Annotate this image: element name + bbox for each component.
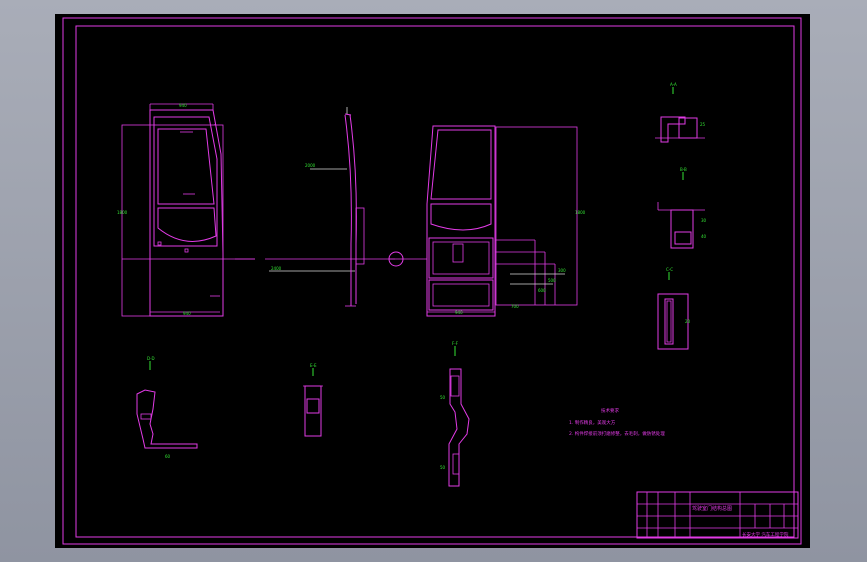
- svg-text:940: 940: [183, 311, 191, 316]
- svg-text:F-F: F-F: [452, 341, 459, 346]
- svg-text:C-C: C-C: [666, 267, 673, 272]
- center-line: 2400: [235, 258, 395, 272]
- section-detail-2: B-B 30 40: [657, 167, 707, 249]
- door-front-view: 940 1800 940: [117, 103, 255, 317]
- svg-text:E-E: E-E: [310, 363, 317, 368]
- section-detail-5: E-E: [303, 363, 323, 437]
- section-detail-6: F-F 50 50: [440, 341, 470, 487]
- svg-text:600: 600: [538, 288, 546, 293]
- notes-heading: 技术要求: [601, 407, 619, 414]
- svg-text:500: 500: [548, 278, 556, 283]
- section-detail-4: D-D 60: [136, 356, 198, 459]
- technical-notes: 技术要求 1. 制作精良，美观大方 2. 构件焊接前须打磨修整，去毛刺，做防锈处…: [569, 407, 665, 437]
- svg-text:50: 50: [440, 395, 446, 400]
- door-rear-view: 940 1800 300 500 600 700: [426, 125, 586, 317]
- svg-text:1800: 1800: [575, 210, 586, 215]
- svg-text:60: 60: [165, 454, 171, 459]
- svg-text:20: 20: [685, 319, 691, 324]
- svg-text:2400: 2400: [271, 266, 282, 271]
- school-name: 长安大学 汽车工程学院: [742, 531, 789, 538]
- svg-text:B-B: B-B: [680, 167, 687, 172]
- title-block: 驾驶室门结构总图 长安大学 汽车工程学院: [636, 491, 799, 539]
- cad-drawing-sheet: 940 1800 940 2400 2000 940 1800 300 500 …: [62, 17, 802, 545]
- outer-border: [62, 17, 802, 545]
- section-detail-3: C-C 20: [657, 267, 691, 350]
- svg-text:30: 30: [701, 218, 707, 223]
- svg-text:700: 700: [511, 304, 519, 309]
- svg-text:A-A: A-A: [670, 82, 677, 87]
- svg-text:300: 300: [558, 268, 566, 273]
- svg-text:D-D: D-D: [147, 356, 155, 361]
- svg-text:940: 940: [179, 103, 187, 108]
- svg-text:2000: 2000: [305, 163, 316, 168]
- svg-text:25: 25: [700, 122, 706, 127]
- notes-line-1: 1. 制作精良，美观大方: [569, 419, 616, 426]
- svg-text:940: 940: [455, 310, 463, 315]
- svg-text:1800: 1800: [117, 210, 128, 215]
- section-marker: [388, 251, 427, 267]
- drawing-title: 驾驶室门结构总图: [692, 505, 732, 512]
- door-side-profile: 2000: [305, 107, 365, 307]
- cad-viewport[interactable]: 940 1800 940 2400 2000 940 1800 300 500 …: [55, 14, 810, 548]
- svg-text:40: 40: [701, 234, 707, 239]
- notes-line-2: 2. 构件焊接前须打磨修整，去毛刺，做防锈处理: [569, 430, 665, 437]
- svg-text:50: 50: [440, 465, 446, 470]
- section-detail-1: A-A 25: [655, 82, 706, 143]
